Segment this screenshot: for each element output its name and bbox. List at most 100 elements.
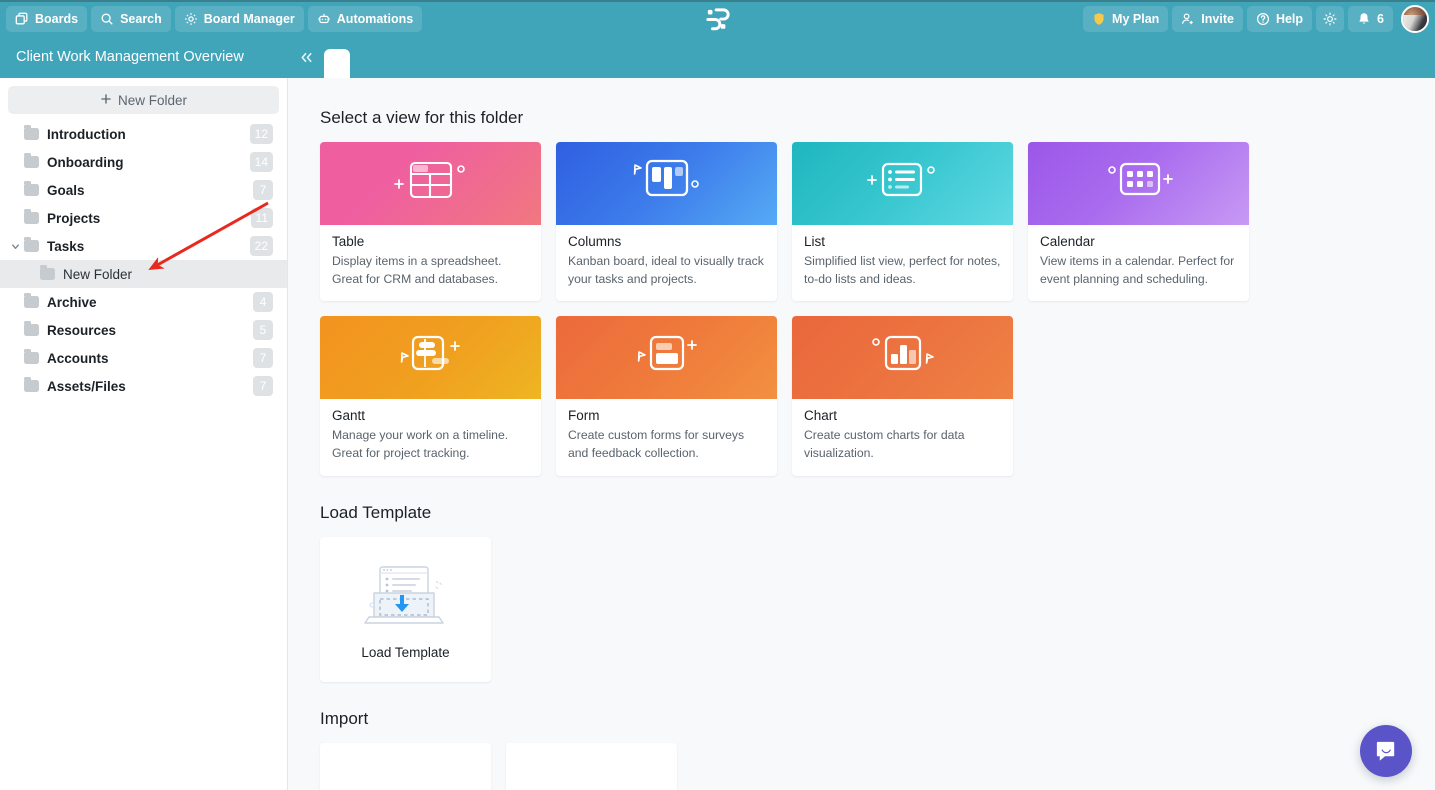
app-logo[interactable] [705, 2, 730, 38]
app-logo-icon [705, 8, 730, 31]
view-card-title: Calendar [1040, 234, 1095, 249]
folder-item-count: 5 [253, 320, 273, 340]
help-button[interactable]: Help [1246, 6, 1313, 32]
view-card-artwork [1028, 142, 1249, 225]
sidebar-folder-projects[interactable]: Projects 11 [0, 204, 287, 232]
board-manager-button[interactable]: Board Manager [174, 6, 304, 32]
search-button[interactable]: Search [91, 6, 171, 32]
sidebar-folder-new-folder[interactable]: New Folder [0, 260, 287, 288]
sidebar-folder-introduction[interactable]: Introduction 12 [0, 120, 287, 148]
view-card-list[interactable]: List Simplified list view, perfect for no… [792, 142, 1013, 302]
sidebar-folder-label: Projects [47, 210, 101, 226]
import-card-2[interactable] [506, 742, 677, 790]
folder-icon [24, 237, 39, 252]
view-card-table[interactable]: Table Display items in a spreadsheet. Gre… [320, 142, 541, 302]
invite-button[interactable]: Invite [1172, 6, 1243, 32]
folders-sidebar: New Folder Introduction 12 Onboarding 14 Goa… [0, 78, 288, 790]
notifications-button[interactable]: 6 [1348, 6, 1393, 32]
view-card-artwork [320, 142, 541, 225]
chart-view-icon [855, 327, 951, 388]
theme-toggle-button[interactable] [1316, 6, 1345, 32]
sidebar-folder-label: Onboarding [47, 154, 124, 170]
avatar[interactable] [1401, 5, 1429, 33]
folder-icon [24, 209, 39, 224]
automations-button[interactable]: Automations [307, 6, 423, 32]
sidebar-folder-archive[interactable]: Archive 4 [0, 288, 287, 316]
boards-label: Boards [35, 12, 79, 26]
sun-icon [1323, 12, 1337, 26]
sidebar-folder-label: Resources [47, 322, 117, 338]
sidebar-folder-assets-files[interactable]: Assets/Files 7 [0, 372, 287, 400]
folder-item-count: 7 [253, 376, 273, 396]
sidebar-folder-label: New Folder [63, 266, 133, 282]
view-card-calendar[interactable]: Calendar View items in a calendar. Perfec… [1028, 142, 1249, 302]
view-card-gantt[interactable]: Gantt Manage your work on a timeline. Gre… [320, 316, 541, 476]
folder-item-count: 7 [253, 180, 273, 200]
tab-active[interactable] [324, 49, 350, 78]
view-card-body: Table Display items in a spreadsheet. Gre… [320, 225, 541, 301]
template-card-grid: Load Template [320, 536, 1403, 682]
sidebar-folder-accounts[interactable]: Accounts 7 [0, 344, 287, 372]
sidebar-folder-label: Accounts [47, 350, 109, 366]
view-card-description: Create custom forms for surveys and feed… [568, 428, 745, 461]
view-card-description: Create custom charts for data visualizat… [804, 428, 965, 461]
view-card-form[interactable]: Form Create custom forms for surveys and … [556, 316, 777, 476]
view-card-body: Gantt Manage your work on a timeline. Gre… [320, 399, 541, 475]
view-card-artwork [792, 142, 1013, 225]
my-plan-button[interactable]: My Plan [1083, 6, 1169, 32]
folder-item-count: 11 [250, 208, 273, 228]
robot-icon [317, 12, 331, 26]
boards-icon [15, 12, 29, 26]
chat-widget-button[interactable] [1360, 725, 1412, 777]
top-toolbar: Boards Search Board Manager Automations … [0, 0, 1435, 36]
new-folder-button[interactable]: New Folder [8, 86, 279, 114]
view-card-body: Form Create custom forms for surveys and … [556, 399, 777, 475]
view-card-title: Form [568, 408, 600, 424]
sidebar-folder-resources[interactable]: Resources 5 [0, 316, 287, 344]
chevron-down-icon[interactable] [10, 232, 21, 260]
help-label: Help [1275, 12, 1304, 26]
bell-icon [1357, 12, 1371, 26]
view-card-title: Gantt [332, 408, 366, 424]
view-card-description: Simplified list view, perfect for notes,… [804, 254, 1001, 286]
form-view-icon [619, 327, 715, 388]
import-card-1[interactable] [320, 742, 491, 790]
user-add-icon [1181, 12, 1195, 26]
folder-item-count: 14 [249, 152, 273, 172]
views-heading: Select a view for this folder [320, 108, 524, 127]
view-card-body: Chart Create custom charts for data visua… [792, 399, 1013, 475]
view-card-body: Calendar View items in a calendar. Perfec… [1028, 225, 1249, 301]
notifications-count: 6 [1377, 12, 1384, 26]
sidebar-folder-label: Archive [47, 294, 97, 310]
view-card-description: Display items in a spreadsheet. Great fo… [332, 254, 502, 286]
folder-icon [24, 349, 39, 364]
folder-icon [24, 321, 39, 336]
view-card-title: List [804, 234, 826, 249]
chevron-double-left-icon [300, 52, 312, 62]
search-label: Search [120, 12, 162, 26]
view-card-chart[interactable]: Chart Create custom charts for data visua… [792, 316, 1013, 476]
load-template-card[interactable]: Load Template [320, 536, 491, 682]
board-manager-label: Board Manager [203, 12, 295, 26]
folder-item-count: 12 [249, 124, 273, 144]
sidebar-folder-tasks[interactable]: Tasks 22 [0, 232, 287, 260]
sidebar-folder-onboarding[interactable]: Onboarding 14 [0, 148, 287, 176]
kanban-view-icon [619, 153, 715, 214]
toolbar-left-group: Boards Search Board Manager Automations [6, 6, 423, 32]
board-header-bar: Client Work Management Overview [0, 36, 1435, 78]
view-card-artwork [556, 142, 777, 225]
sidebar-folder-goals[interactable]: Goals 7 [0, 176, 287, 204]
load-template-icon [363, 566, 444, 624]
gantt-view-icon [383, 327, 479, 388]
boards-button[interactable]: Boards [6, 6, 88, 32]
collapse-sidebar-button[interactable] [288, 36, 324, 78]
view-card-description: View items in a calendar. Perfect for ev… [1040, 254, 1235, 286]
new-folder-button-label: New Folder [117, 92, 188, 108]
view-card-columns[interactable]: Columns Kanban board, ideal to visually t… [556, 142, 777, 302]
view-card-grid: Table Display items in a spreadsheet. Gre… [320, 142, 1403, 476]
main-content: Select a view for this folder Table Displ… [288, 78, 1435, 790]
automations-label: Automations [336, 12, 414, 26]
chat-bubble-icon [1376, 741, 1394, 761]
view-card-title: Columns [568, 234, 622, 249]
search-icon [100, 12, 114, 26]
